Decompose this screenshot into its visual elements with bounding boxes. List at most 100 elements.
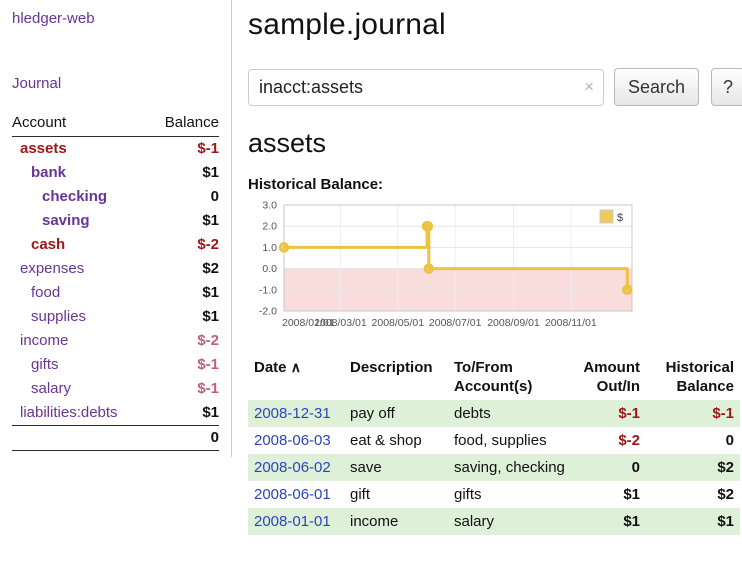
- register-row: 2008-06-03 eat & shopfood, supplies$-20: [248, 427, 740, 454]
- account-row: gifts $-1: [12, 353, 219, 377]
- sort-ascending-icon: ∧: [291, 359, 301, 375]
- accounts-total-row: 0: [12, 426, 219, 451]
- account-row: liabilities:debts $1: [12, 401, 219, 426]
- accounts-header-balance: Balance: [149, 112, 219, 137]
- accounts-header-account: Account: [12, 112, 149, 137]
- transaction-date-link[interactable]: 2008-06-03: [254, 432, 331, 449]
- transaction-description: pay off: [344, 400, 448, 427]
- transaction-date-link[interactable]: 2008-06-02: [254, 459, 331, 476]
- account-balance: $-1: [149, 377, 219, 401]
- transaction-balance: 0: [646, 427, 740, 454]
- accounts-total-balance: 0: [149, 426, 219, 451]
- svg-text:1.0: 1.0: [262, 242, 277, 254]
- help-button[interactable]: ?: [711, 68, 742, 106]
- account-link-food[interactable]: food: [12, 284, 60, 301]
- historical-balance-chart: 3.02.01.00.0-1.0-2.02008/01/012008/03/01…: [248, 199, 742, 342]
- account-link-liabilities-debts[interactable]: liabilities:debts: [12, 404, 118, 421]
- account-link-saving[interactable]: saving: [12, 212, 90, 229]
- register-table: Date ∧ Description To/From Account(s) Am…: [248, 356, 740, 535]
- account-row: checking 0: [12, 185, 219, 209]
- transaction-description: gift: [344, 481, 448, 508]
- sidebar-journal-link[interactable]: Journal: [12, 75, 219, 92]
- account-balance: $1: [149, 281, 219, 305]
- account-link-cash[interactable]: cash: [12, 236, 65, 253]
- transaction-balance: $2: [646, 481, 740, 508]
- svg-text:2008/03/01: 2008/03/01: [314, 317, 367, 329]
- transaction-accounts: gifts: [448, 481, 572, 508]
- account-row: cash$-2: [12, 233, 219, 257]
- account-link-supplies[interactable]: supplies: [12, 308, 86, 325]
- transaction-balance: $1: [646, 508, 740, 535]
- transaction-date-link[interactable]: 2008-12-31: [254, 405, 331, 422]
- transaction-balance: $-1: [646, 400, 740, 427]
- register-header-amount: Amount Out/In: [572, 356, 646, 400]
- app-title-link[interactable]: hledger-web: [12, 10, 219, 27]
- account-link-expenses[interactable]: expenses: [12, 260, 84, 277]
- account-row: income $-2: [12, 329, 219, 353]
- register-row: 2008-06-02 savesaving, checking0$2: [248, 454, 740, 481]
- account-balance: $-1: [149, 353, 219, 377]
- account-row: assets $-1: [12, 137, 219, 162]
- search-input[interactable]: [248, 69, 604, 106]
- register-header-row: Date ∧ Description To/From Account(s) Am…: [248, 356, 740, 400]
- account-balance: $-2: [149, 329, 219, 353]
- svg-text:0.0: 0.0: [262, 263, 277, 275]
- register-header-description: Description: [344, 356, 448, 400]
- account-row: food $1: [12, 281, 219, 305]
- transaction-amount: $-2: [572, 427, 646, 454]
- account-link-gifts[interactable]: gifts: [12, 356, 59, 373]
- transaction-amount: 0: [572, 454, 646, 481]
- svg-text:2008/07/01: 2008/07/01: [429, 317, 482, 329]
- register-header-balance: Historical Balance: [646, 356, 740, 400]
- hledger-web-page: hledger-web Journal Account Balance asse…: [0, 0, 742, 535]
- transaction-amount: $1: [572, 481, 646, 508]
- transaction-accounts: food, supplies: [448, 427, 572, 454]
- register-header-accounts: To/From Account(s): [448, 356, 572, 400]
- sidebar: hledger-web Journal Account Balance asse…: [0, 0, 232, 457]
- account-balance: $2: [149, 257, 219, 281]
- svg-text:3.0: 3.0: [262, 200, 277, 212]
- chart-section-label: Historical Balance:: [248, 176, 742, 193]
- account-row: salary $-1: [12, 377, 219, 401]
- page-title: sample.journal: [248, 8, 742, 42]
- search-button[interactable]: Search: [614, 68, 699, 106]
- transaction-description: income: [344, 508, 448, 535]
- register-header-date-label: Date: [254, 359, 287, 376]
- account-balance: $1: [149, 161, 219, 185]
- account-balance: $-1: [149, 137, 219, 162]
- transaction-accounts: salary: [448, 508, 572, 535]
- account-link-assets[interactable]: assets: [12, 140, 67, 157]
- register-header-date[interactable]: Date ∧: [248, 356, 344, 400]
- svg-text:2.0: 2.0: [262, 221, 277, 233]
- account-link-income[interactable]: income: [12, 332, 68, 349]
- account-balance: 0: [149, 185, 219, 209]
- transaction-date-link[interactable]: 2008-01-01: [254, 513, 331, 530]
- transaction-accounts: saving, checking: [448, 454, 572, 481]
- account-link-salary[interactable]: salary: [12, 380, 71, 397]
- account-row: expenses $2: [12, 257, 219, 281]
- accounts-table: Account Balance assets $-1 bank $1 checking 0…: [12, 112, 219, 451]
- transaction-amount: $1: [572, 508, 646, 535]
- transaction-balance: $2: [646, 454, 740, 481]
- register-row: 2008-12-31pay offdebts$-1$-1: [248, 400, 740, 427]
- svg-text:-1.0: -1.0: [259, 284, 277, 296]
- transaction-date-link[interactable]: 2008-06-01: [254, 486, 331, 503]
- account-link-checking[interactable]: checking: [12, 188, 107, 205]
- transaction-description: save: [344, 454, 448, 481]
- account-balance: $1: [149, 209, 219, 233]
- account-heading: assets: [248, 128, 742, 159]
- transaction-description: eat & shop: [344, 427, 448, 454]
- chart-canvas: 3.02.01.00.0-1.0-2.02008/01/012008/03/01…: [248, 199, 640, 337]
- svg-text:$: $: [617, 212, 623, 224]
- account-balance: $1: [149, 305, 219, 329]
- account-balance: $1: [149, 401, 219, 426]
- account-link-bank[interactable]: bank: [12, 164, 66, 181]
- svg-text:-2.0: -2.0: [259, 306, 277, 318]
- clear-search-icon[interactable]: ×: [584, 77, 594, 97]
- svg-text:2008/09/01: 2008/09/01: [487, 317, 540, 329]
- account-row: supplies $1: [12, 305, 219, 329]
- account-row: bank $1: [12, 161, 219, 185]
- transaction-amount: $-1: [572, 400, 646, 427]
- accounts-header-row: Account Balance: [12, 112, 219, 137]
- account-row: saving $1: [12, 209, 219, 233]
